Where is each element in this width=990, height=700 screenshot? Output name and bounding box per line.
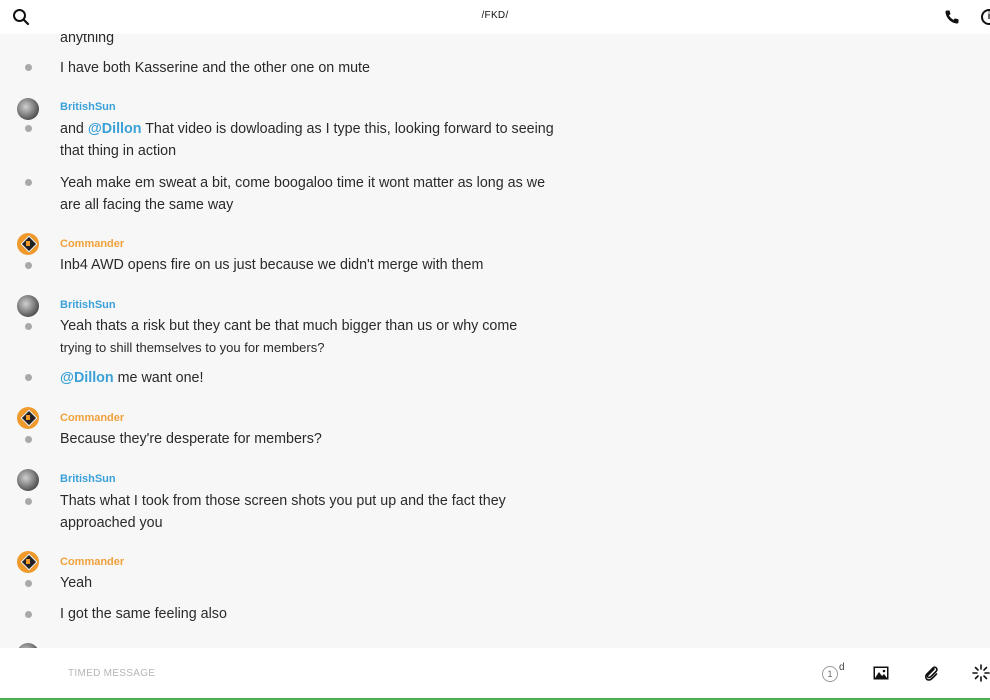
message-text: I got the same feeling also bbox=[60, 606, 227, 622]
avatar[interactable] bbox=[17, 469, 39, 491]
message-text: Yeah bbox=[60, 575, 93, 591]
message-bullet bbox=[25, 611, 32, 618]
message-bullet bbox=[25, 498, 32, 505]
message-prefix: and bbox=[60, 121, 88, 137]
message-body: me want one! bbox=[113, 370, 204, 386]
sender-name[interactable]: BritishSun bbox=[60, 473, 116, 485]
chat-title: /FKD/ bbox=[481, 10, 509, 21]
message-bullet bbox=[25, 179, 32, 186]
composer-bar: TIMED MESSAGE 1 d bbox=[0, 648, 990, 700]
mention-link[interactable]: @Dillon bbox=[60, 370, 114, 386]
sender-name[interactable]: Commander bbox=[60, 238, 124, 250]
info-icon[interactable]: i bbox=[981, 9, 990, 25]
message-body-continued: trying to shill themselves to you for me… bbox=[60, 340, 325, 355]
phone-icon[interactable] bbox=[944, 9, 960, 25]
avatar[interactable] bbox=[17, 407, 39, 429]
message-bullet bbox=[25, 323, 32, 330]
avatar[interactable] bbox=[17, 98, 39, 120]
message-text: Thats what I took from those screen shot… bbox=[60, 493, 506, 531]
image-icon[interactable] bbox=[873, 666, 889, 680]
sender-name[interactable]: Commander bbox=[60, 556, 124, 568]
message-bullet bbox=[25, 580, 32, 587]
message-text: Inb4 AWD opens fire on us just because w… bbox=[60, 257, 484, 273]
paperclip-icon[interactable] bbox=[923, 664, 939, 682]
message-list: anything I have both Kasserine and the o… bbox=[0, 34, 990, 648]
message-text: Because they're desperate for members? bbox=[60, 431, 322, 447]
message-bullet bbox=[25, 262, 32, 269]
timer-value: 1 bbox=[822, 666, 838, 682]
avatar[interactable] bbox=[17, 233, 39, 255]
top-bar: /FKD/ i bbox=[0, 0, 990, 34]
message-text: I have both Kasserine and the other one … bbox=[60, 60, 370, 76]
sender-name[interactable]: Commander bbox=[60, 412, 124, 424]
message-text: and @Dillon That video is dowloading as … bbox=[60, 118, 560, 162]
loading-icon[interactable] bbox=[972, 664, 990, 682]
avatar[interactable] bbox=[17, 295, 39, 317]
timer-button[interactable]: 1 d bbox=[822, 662, 848, 684]
message-body: Yeah thats a risk but they cant be that … bbox=[60, 318, 518, 334]
mention-link[interactable]: @Dillon bbox=[88, 121, 142, 137]
message-bullet bbox=[25, 64, 32, 71]
sender-name[interactable]: BritishSun bbox=[60, 299, 116, 311]
avatar[interactable] bbox=[17, 551, 39, 573]
message-text: anything bbox=[60, 34, 115, 46]
sender-name[interactable]: BritishSun bbox=[60, 101, 116, 113]
message-bullet bbox=[25, 436, 32, 443]
message-input[interactable]: TIMED MESSAGE bbox=[68, 668, 155, 679]
timer-unit: d bbox=[839, 662, 845, 673]
message-text: @Dillon me want one! bbox=[60, 367, 560, 389]
message-bullet bbox=[25, 125, 32, 132]
message-bullet bbox=[25, 374, 32, 381]
message-text: Yeah make em sweat a bit, come boogaloo … bbox=[60, 175, 546, 213]
message-text: Yeah thats a risk but they cant be that … bbox=[60, 315, 560, 359]
